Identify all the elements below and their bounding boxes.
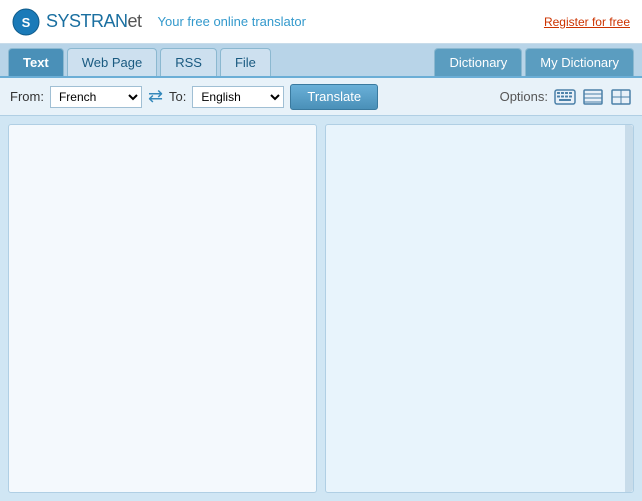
logo-brand: SYSTRANet (46, 11, 142, 32)
to-select[interactable]: English French Spanish German Italian Po… (192, 86, 284, 108)
main-area (0, 116, 642, 501)
layout-option-icon-1[interactable] (582, 88, 604, 106)
tab-mydictionary[interactable]: My Dictionary (525, 48, 634, 76)
svg-text:S: S (22, 15, 31, 30)
from-select[interactable]: French English Spanish German Italian Po… (50, 86, 142, 108)
to-label: To: (169, 89, 186, 104)
tab-dictionary[interactable]: Dictionary (434, 48, 522, 76)
logo-area: S SYSTRANet (12, 8, 142, 36)
scrollbar-strip[interactable] (625, 125, 633, 492)
swap-button[interactable]: ⇄ (148, 86, 163, 107)
tab-rss[interactable]: RSS (160, 48, 217, 76)
source-textarea[interactable] (9, 125, 316, 492)
tab-bar: Text Web Page RSS File Dictionary My Dic… (0, 44, 642, 78)
tab-text[interactable]: Text (8, 48, 64, 76)
target-content (326, 125, 633, 492)
options-label: Options: (500, 89, 548, 104)
target-panel (325, 124, 634, 493)
tab-webpage[interactable]: Web Page (67, 48, 157, 76)
header: S SYSTRANet Your free online translator … (0, 0, 642, 44)
systran-logo-icon: S (12, 8, 40, 36)
source-panel (8, 124, 317, 493)
toolbar: From: French English Spanish German Ital… (0, 78, 642, 116)
tab-file[interactable]: File (220, 48, 271, 76)
layout-option-icon-2[interactable] (610, 88, 632, 106)
translate-button[interactable]: Translate (290, 84, 378, 110)
from-label: From: (10, 89, 44, 104)
keyboard-option-icon[interactable] (554, 88, 576, 106)
options-icons (554, 88, 632, 106)
register-link[interactable]: Register for free (544, 15, 630, 29)
tagline: Your free online translator (158, 14, 306, 29)
swap-icon: ⇄ (148, 86, 163, 107)
